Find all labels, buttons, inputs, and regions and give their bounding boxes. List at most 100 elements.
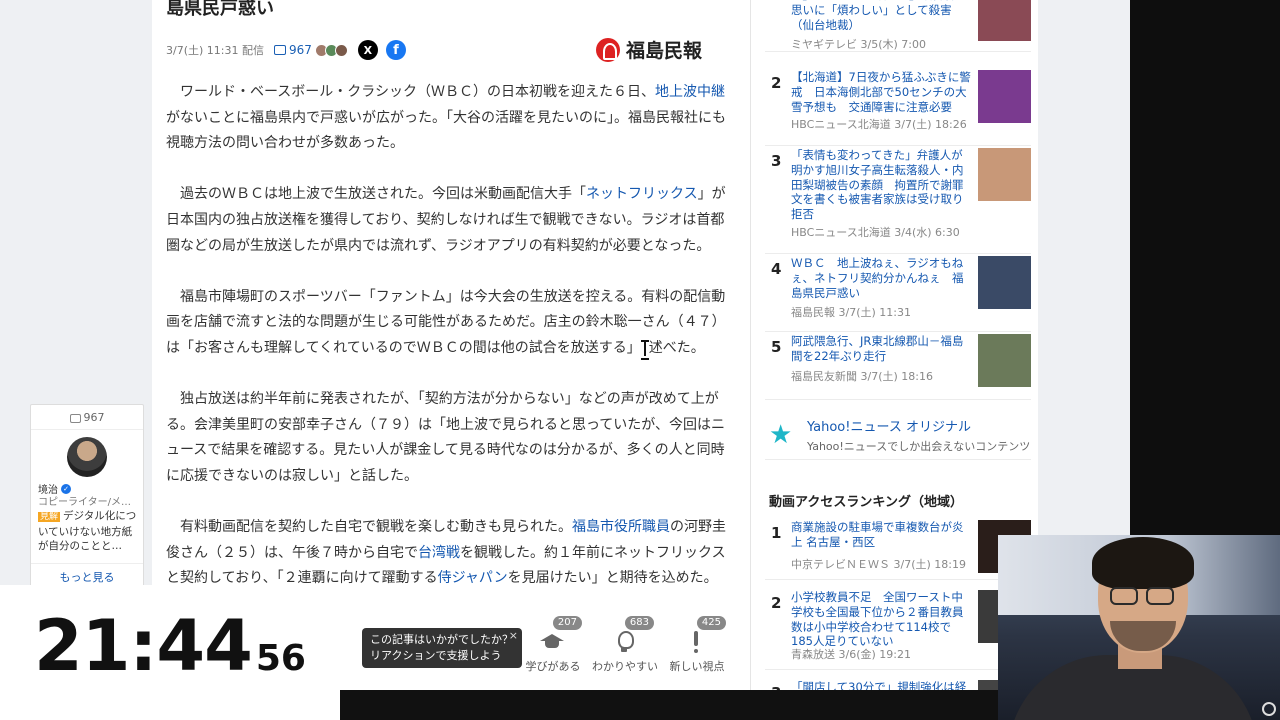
inline-keyword-link[interactable]: 台湾戦: [418, 545, 460, 561]
paragraph-text: を見届けたい」と期待を込めた。: [507, 570, 718, 587]
reaction-label: 新しい視点: [669, 660, 725, 673]
clock: 21:44 56: [34, 605, 306, 687]
article-title: 島県民戸惑い: [166, 0, 274, 19]
glasses: [1110, 587, 1176, 605]
ranking-title-link[interactable]: ル」が「12人で殺した」殺害者の思いに「煩わしい」として殺害（仙台地裁）: [791, 0, 971, 32]
reaction-prompt: この記事はいかがでしたか？ リアクションで支援しよう ×: [362, 628, 522, 668]
reaction-count: 207: [552, 616, 582, 630]
comment-bubble-icon: [273, 45, 286, 55]
comment-bubble-icon: [69, 413, 81, 423]
facebook-share-icon[interactable]: f: [385, 40, 406, 60]
rank-number: 4: [771, 260, 782, 278]
rank-number: 1: [771, 524, 782, 542]
ranking-source: 福島民報 3/7(土) 11:31: [791, 306, 911, 319]
publisher-logo-icon: [596, 37, 620, 62]
ranking-thumbnail[interactable]: [978, 256, 1031, 309]
article-paragraph: 有料動画配信を契約した自宅で観戦を楽しむ動きも見られた。福島市役所職員の河野圭俊…: [166, 515, 736, 592]
ranking-item[interactable]: 4 ＷＢＣ 地上波ねぇ、ラジオもねぇ、ネトフリ契約分かんねぇ 福島県民戸惑い福島民…: [765, 256, 1031, 332]
ranking-title-link[interactable]: 阿武隈急行、JR東北線郡山－福島間を22年ぶり走行: [791, 334, 971, 364]
article-paragraph: ワールド・ベースボール・クラシック（ＷＢＣ）の日本初戦を迎えた６日、地上波中継が…: [166, 80, 736, 157]
ranking-title-link[interactable]: ＷＢＣ 地上波ねぇ、ラジオもねぇ、ネトフリ契約分かんねぇ 福島県民戸惑い: [791, 256, 971, 300]
paragraph-text: 述べた。: [648, 339, 705, 356]
ranking-source: ミヤギテレビ 3/5(木) 7:00: [791, 38, 926, 51]
rank-number: 2: [771, 74, 782, 92]
video-ranking-item[interactable]: 1 商業施設の駐車場で車複数台が炎上 名古屋・西区 中京テレビＮＥＷＳ 3/7(土)…: [765, 520, 1031, 580]
avatar: [334, 43, 348, 57]
reaction-prompt-line1: この記事はいかがでしたか？: [370, 633, 513, 646]
paragraph-text: ワールド・ベースボール・クラシック（ＷＢＣ）の日本初戦を迎えた６日、: [166, 84, 656, 100]
ranking-thumbnail[interactable]: [978, 334, 1031, 387]
x-share-icon[interactable]: X: [357, 40, 378, 60]
paragraph-text: 有料動画配信を契約した自宅で観戦を楽しむ動きも見られた。: [166, 519, 572, 536]
text-cursor-icon: [640, 339, 649, 360]
article-body: ワールド・ベースボール・クラシック（ＷＢＣ）の日本初戦を迎えた６日、地上波中継が…: [166, 80, 736, 617]
ranking-thumbnail[interactable]: [978, 148, 1031, 201]
ranking-title-link[interactable]: 「表情も変わってきた」弁護人が明かす旭川女子高生転落殺人・内田梨瑚被告の素顔 拘…: [791, 148, 971, 222]
article-paragraph: 福島市陣場町のスポーツバー「ファントム」は今大会の生放送を控える。有料の配信動画…: [166, 285, 736, 362]
comment-count-link[interactable]: 967: [273, 43, 312, 57]
yahoo-original-banner[interactable]: ★ Yahoo!ニュース オリジナル Yahoo!ニュースでしか出会えないコンテ…: [765, 410, 1031, 460]
ranking-thumbnail[interactable]: [978, 70, 1031, 123]
paragraph-text: がないことに福島県内で戸惑いが広がった。「大谷の活躍を見たいのに」。福島民報社に…: [166, 109, 726, 152]
commenter-avatars[interactable]: [314, 43, 348, 57]
ranking-item[interactable]: 3 「表情も変わってきた」弁護人が明かす旭川女子高生転落殺人・内田梨瑚被告の素顔 …: [765, 148, 1031, 254]
reaction-new-view-button[interactable]: 425 新しい視点: [662, 616, 732, 676]
reaction-learn-button[interactable]: 207 学びがある: [518, 616, 588, 676]
comment-excerpt[interactable]: 見解 デジタル化についていけない地方紙が自分のことと…: [38, 509, 140, 554]
graduation-cap-icon: [540, 630, 564, 654]
video-ranking-heading: 動画アクセスランキング（地域）: [769, 495, 963, 510]
rank-number: 3: [771, 152, 782, 170]
see-more-link[interactable]: もっと見る: [31, 569, 143, 585]
original-banner-subtitle: Yahoo!ニュースでしか出会えないコンテンツ: [807, 440, 1031, 453]
expert-comment-card[interactable]: 967 境治 ✓ コピーライター/メ… 見解 デジタル化についていけない地方紙が自…: [30, 404, 144, 588]
reaction-count: 425: [696, 616, 726, 630]
reaction-clear-button[interactable]: 683 わかりやすい: [590, 616, 660, 676]
avatar[interactable]: [67, 437, 107, 477]
ranking-item[interactable]: 5 阿武隈急行、JR東北線郡山－福島間を22年ぶり走行 福島民友新聞 3/7(土) …: [765, 334, 1031, 400]
rank-number: 2: [771, 594, 782, 612]
commenter-role: コピーライター/メ…: [38, 497, 131, 508]
inline-keyword-link[interactable]: 福島市役所職員: [572, 519, 670, 535]
comment-tag: 見解: [38, 512, 61, 522]
ranking-thumbnail[interactable]: [978, 0, 1031, 41]
comment-count-row[interactable]: 967: [31, 411, 143, 424]
video-ranking-item[interactable]: 2 小学校教員不足 全国ワースト中学校も全国最下位から２番目教員数は小中学校合わせ…: [765, 590, 1031, 670]
exclamation-icon: [684, 630, 708, 654]
close-icon[interactable]: ×: [509, 628, 518, 644]
reaction-prompt-line2: リアクションで支援しよう: [370, 649, 502, 662]
webcam-person-hair: [1092, 537, 1194, 589]
reaction-bar: この記事はいかがでしたか？ リアクションで支援しよう × 207 学びがある 6…: [352, 606, 752, 676]
reaction-count: 683: [624, 616, 654, 630]
publisher-logo[interactable]: 福島民報: [596, 36, 702, 63]
comment-count: 967: [288, 43, 312, 57]
clock-hours-minutes: 21:44: [34, 605, 253, 687]
camera-icon: [1262, 702, 1276, 716]
ranking-item[interactable]: 2 【北海道】7日夜から猛ふぶきに警戒 日本海側北部で50センチの大雪予想も 交通…: [765, 70, 1031, 146]
article-paragraph: 過去のＷＢＣは地上波で生放送された。今回は米動画配信大手「ネットフリックス」が日…: [166, 182, 736, 259]
reaction-label: 学びがある: [525, 660, 581, 673]
ranking-title-link[interactable]: 【北海道】7日夜から猛ふぶきに警戒 日本海側北部で50センチの大雪予想も 交通障…: [791, 70, 971, 114]
article-paragraph: 独占放送は約半年前に発表されたが、「契約方法が分からない」などの声が改めて上がる…: [166, 387, 736, 489]
comment-count: 967: [83, 411, 105, 424]
sidebar: ル」が「12人で殺した」殺害者の思いに「煩わしい」として殺害（仙台地裁） ミヤギテ…: [750, 0, 1038, 720]
reaction-label: わかりやすい: [592, 660, 658, 673]
star-icon: ★: [769, 420, 793, 450]
paragraph-text: 過去のＷＢＣは地上波で生放送された。今回は米動画配信大手「: [166, 186, 586, 203]
clock-panel: 21:44 56: [0, 585, 340, 720]
inline-keyword-link[interactable]: 地上波中継: [655, 84, 725, 100]
divider: [31, 429, 143, 430]
ranking-source: HBCニュース北海道 3/7(土) 18:26: [791, 118, 967, 131]
publish-date: 3/7(土) 11:31 配信: [166, 44, 264, 57]
lightbulb-icon: [612, 630, 636, 654]
verified-badge-icon: ✓: [61, 483, 71, 494]
original-banner-title: Yahoo!ニュース オリジナル: [807, 420, 971, 435]
video-title-link[interactable]: 小学校教員不足 全国ワースト中学校も全国最下位から２番目教員数は小中学校合わせて…: [791, 590, 971, 649]
inline-keyword-link[interactable]: 侍ジャパン: [438, 570, 508, 586]
publisher-name: 福島民報: [626, 40, 703, 62]
paragraph-text: 独占放送は約半年前に発表されたが、「契約方法が分からない」などの声が改めて上がる…: [166, 391, 726, 484]
video-source: 青森放送 3/6(金) 19:21: [791, 648, 911, 661]
inline-keyword-link[interactable]: ネットフリックス: [586, 186, 698, 202]
ranking-item[interactable]: ル」が「12人で殺した」殺害者の思いに「煩わしい」として殺害（仙台地裁） ミヤギテ…: [765, 0, 1031, 52]
video-title-link[interactable]: 商業施設の駐車場で車複数台が炎上 名古屋・西区: [791, 520, 971, 550]
divider: [31, 563, 143, 564]
